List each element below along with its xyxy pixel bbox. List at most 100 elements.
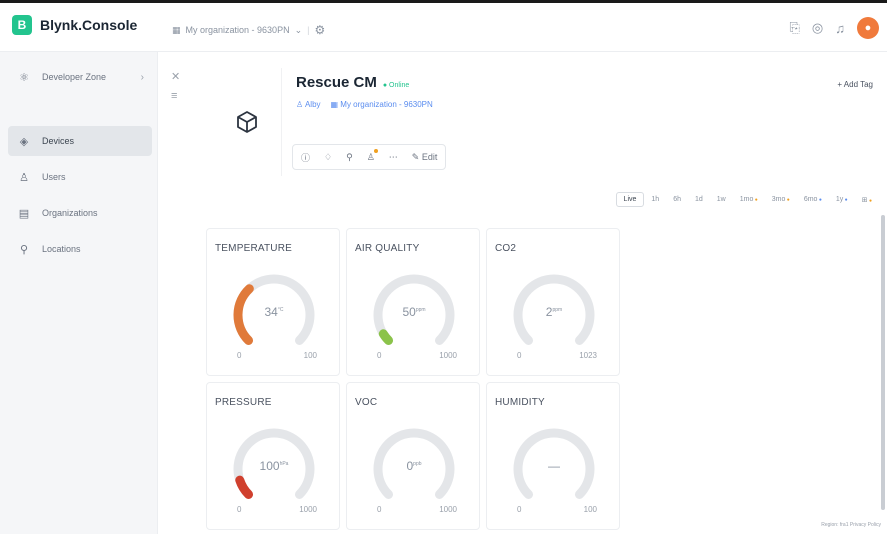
scrollbar[interactable]: [881, 215, 885, 510]
widget-min: 0: [517, 351, 522, 360]
locations-icon: ⚲: [19, 243, 29, 256]
widget-value-number: 50: [402, 305, 416, 319]
time-range-1mo[interactable]: 1mo: [733, 193, 765, 206]
device-title: Rescue CM ● Online: [296, 74, 409, 91]
widget-value: —: [487, 459, 621, 473]
app-name: Blynk.Console: [40, 17, 138, 33]
privacy-policy-link[interactable]: Privacy Policy: [850, 522, 881, 528]
sidebar-item-developer-zone[interactable]: ⚛ Developer Zone ›: [8, 62, 152, 92]
more-icon[interactable]: ⋯: [389, 152, 398, 163]
widget-max: 100: [583, 505, 597, 514]
chevron-right-icon: ›: [140, 71, 144, 83]
widget-unit: ppb: [413, 461, 422, 467]
device-meta: ♙ Alby ▦ My organization - 9630PN: [296, 100, 433, 109]
widget-title: HUMIDITY: [495, 397, 545, 408]
user-alert-icon[interactable]: ♙: [367, 148, 378, 163]
widget-title: CO2: [495, 243, 517, 254]
sidebar-item-label: Developer Zone: [42, 72, 107, 82]
devices-icon: ◈: [19, 135, 29, 148]
sidebar-item-label: Organizations: [42, 208, 98, 218]
widget-humidity[interactable]: HUMIDITY — 0 100: [486, 382, 620, 530]
widget-value-number: 34: [264, 305, 278, 319]
help-icon[interactable]: ◎: [812, 20, 823, 36]
notifications-bell-icon[interactable]: ♢: [324, 152, 332, 163]
widget-min: 0: [377, 351, 382, 360]
close-icon[interactable]: ✕: [171, 70, 180, 83]
info-icon[interactable]: ⓘ: [301, 151, 310, 164]
time-range-selector: Live 1h 6h 1d 1w 1mo 3mo 6mo 1y ⊞: [615, 192, 879, 207]
avatar[interactable]: ●: [857, 17, 879, 39]
widget-max: 100: [303, 351, 317, 360]
add-tag-button[interactable]: + Add Tag: [837, 80, 873, 89]
device-image: [212, 68, 282, 176]
time-range-1h[interactable]: 1h: [644, 193, 666, 206]
widget-voc[interactable]: VOC 0ppb 0 1000: [346, 382, 480, 530]
sidebar-item-locations[interactable]: ⚲ Locations: [8, 234, 152, 264]
widget-title: AIR QUALITY: [355, 243, 420, 254]
sidebar-item-label: Locations: [42, 244, 81, 254]
org-selector[interactable]: ▦ My organization - 9630PN ⌄ | ⚙: [172, 23, 325, 37]
divider: |: [307, 25, 310, 35]
widget-max: 1000: [439, 505, 457, 514]
location-pin-icon[interactable]: ⚲: [346, 152, 353, 163]
sidebar-item-label: Devices: [42, 136, 75, 146]
widget-max: 1000: [439, 351, 457, 360]
widget-value: 0ppb: [347, 459, 481, 473]
top-bar: B Blynk.Console ▦ My organization - 9630…: [0, 0, 887, 52]
device-org-link[interactable]: ▦ My organization - 9630PN: [331, 100, 433, 109]
org-selector-label: My organization - 9630PN: [185, 25, 290, 35]
widget-unit: ppm: [415, 307, 426, 313]
widget-unit: °C: [277, 307, 284, 313]
chevron-down-icon: ⌄: [294, 24, 303, 35]
widget-title: PRESSURE: [215, 397, 272, 408]
sidebar: ⚛ Developer Zone › ◈ Devices ♙ Users ▤ O…: [0, 52, 158, 534]
widget-unit: hPa: [279, 461, 289, 467]
bell-icon[interactable]: ♫: [835, 21, 845, 36]
sidebar-item-users[interactable]: ♙ Users: [8, 162, 152, 192]
brand[interactable]: B Blynk.Console: [12, 15, 137, 35]
widget-max: 1000: [299, 505, 317, 514]
time-range-6mo[interactable]: 6mo: [797, 193, 829, 206]
sidebar-item-label: Users: [42, 172, 66, 182]
widget-temperature[interactable]: TEMPERATURE 34°C 0 100: [206, 228, 340, 376]
blynk-logo-icon: B: [12, 15, 32, 35]
device-actions-toolbar: ⓘ ♢ ⚲ ♙ ⋯ ✎ Edit: [292, 144, 447, 170]
notification-icon[interactable]: ⎘: [790, 20, 800, 36]
time-range-1d[interactable]: 1d: [688, 193, 710, 206]
widget-pressure[interactable]: PRESSURE 100hPa 0 1000: [206, 382, 340, 530]
device-owner-label: Alby: [304, 100, 321, 109]
widget-air-quality[interactable]: AIR QUALITY 50ppm 0 1000: [346, 228, 480, 376]
widget-title: TEMPERATURE: [215, 243, 293, 254]
widget-value-number: —: [548, 459, 560, 473]
widget-min: 0: [517, 505, 522, 514]
widget-value: 100hPa: [207, 459, 341, 473]
widget-max: 1023: [579, 351, 597, 360]
edit-button-label: Edit: [421, 151, 438, 162]
add-tag-label: Add Tag: [843, 80, 873, 89]
time-range-1w[interactable]: 1w: [710, 193, 733, 206]
widget-co2[interactable]: CO2 2ppm 0 1023: [486, 228, 620, 376]
device-owner-link[interactable]: ♙ Alby: [296, 100, 321, 109]
region-label: Region: fra1: [821, 522, 849, 528]
time-range-3mo[interactable]: 3mo: [765, 193, 797, 206]
widget-value: 2ppm: [487, 305, 621, 319]
developer-zone-icon: ⚛: [19, 71, 29, 84]
organizations-icon: ▤: [18, 207, 30, 220]
widget-min: 0: [237, 351, 242, 360]
header-actions: ⎘ ◎ ♫ ●: [790, 17, 879, 39]
time-range-6h[interactable]: 6h: [666, 193, 688, 206]
time-range-1y[interactable]: 1y: [829, 193, 855, 206]
footer: Region: fra1 Privacy Policy: [821, 522, 881, 528]
cube-icon: [236, 111, 257, 133]
sidebar-item-devices[interactable]: ◈ Devices: [8, 126, 152, 156]
gauge-fill: [378, 329, 394, 345]
device-status-badge: ● Online: [382, 82, 410, 89]
settings-icon[interactable]: ⚙: [314, 23, 325, 37]
time-range-custom[interactable]: ⊞: [855, 193, 879, 207]
sidebar-item-organizations[interactable]: ▤ Organizations: [8, 198, 152, 228]
time-range-live[interactable]: Live: [615, 192, 645, 207]
device-list-rail: ✕ ≡: [158, 52, 194, 534]
edit-button[interactable]: ✎ Edit: [412, 152, 438, 163]
menu-icon[interactable]: ≡: [171, 90, 177, 102]
device-name: Rescue CM: [296, 74, 377, 91]
